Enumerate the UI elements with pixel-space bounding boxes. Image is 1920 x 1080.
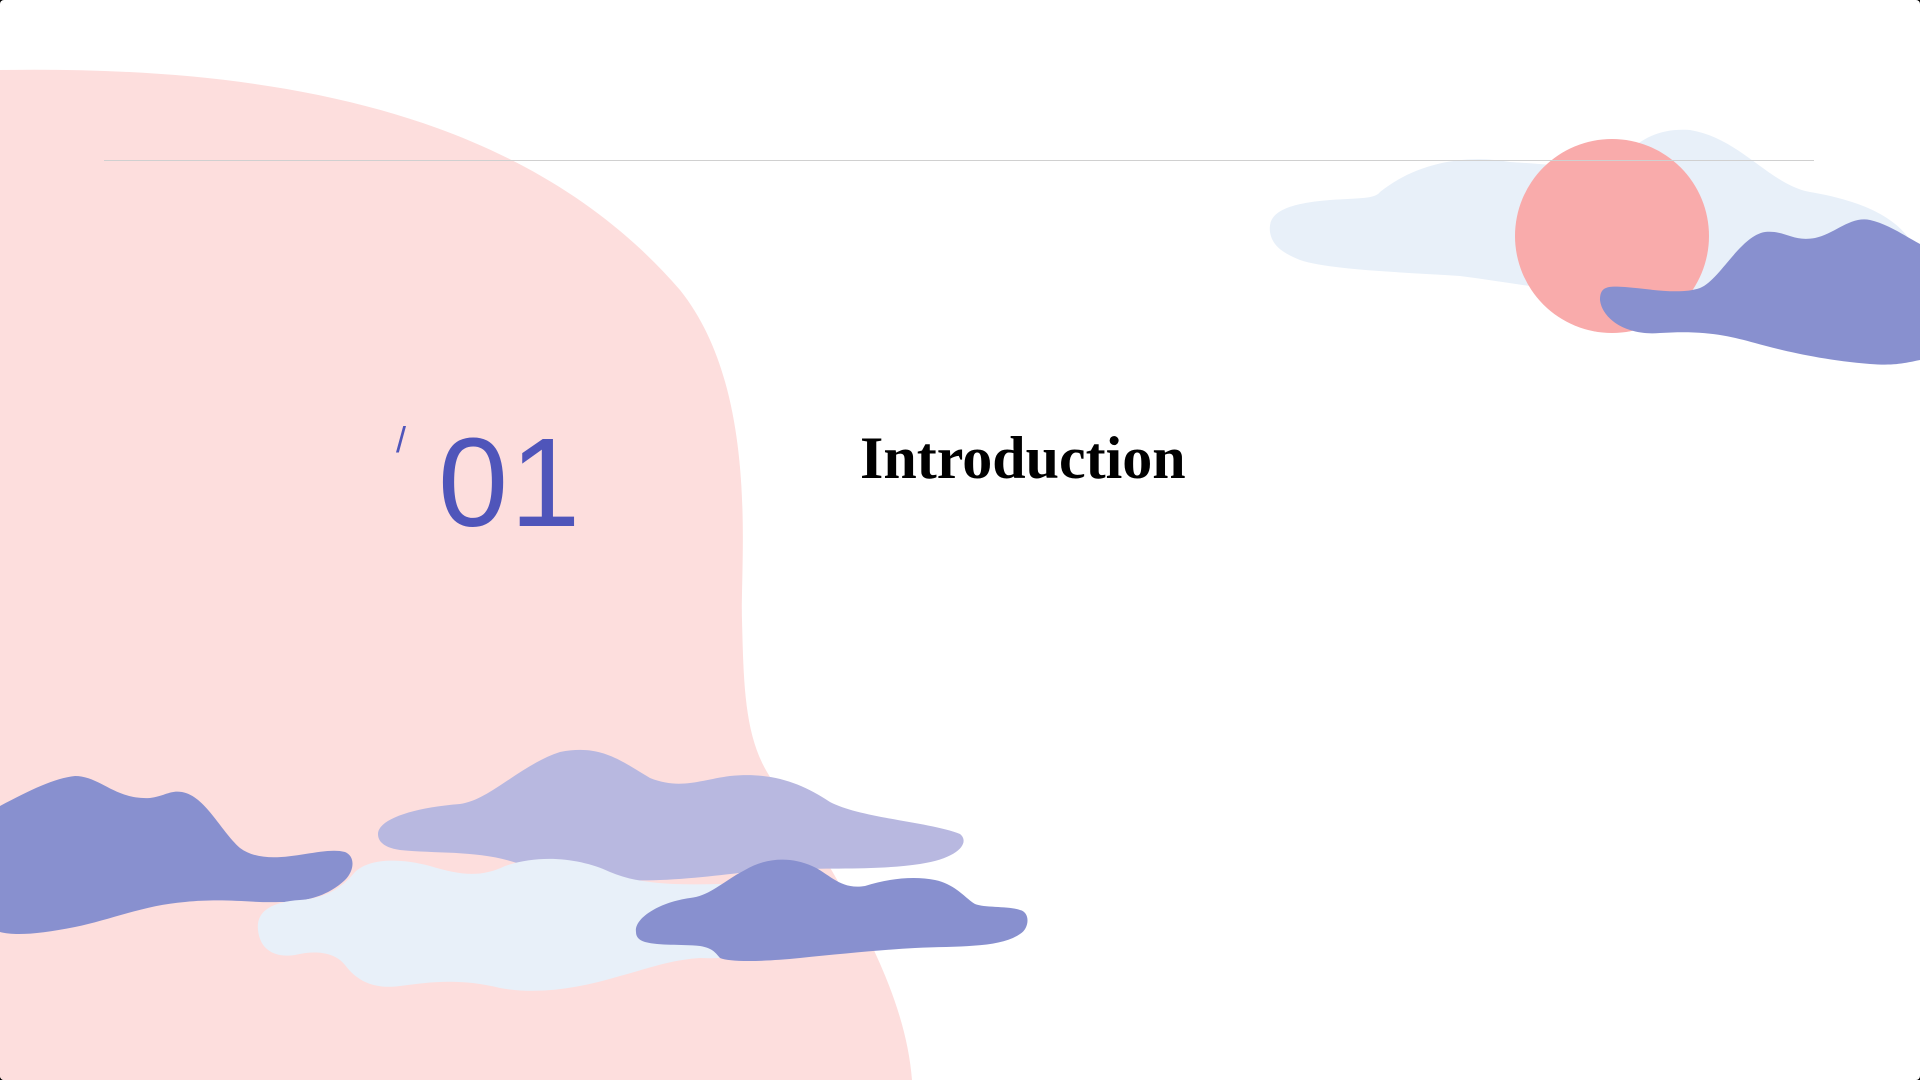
- background-illustration: [0, 69, 1920, 1080]
- section-title: Introduction: [860, 425, 1186, 491]
- section-number: 01: [438, 412, 583, 553]
- header-divider-line: [104, 160, 1814, 161]
- slide: / 01 Introduction: [0, 0, 1920, 1080]
- number-slash: /: [396, 419, 407, 460]
